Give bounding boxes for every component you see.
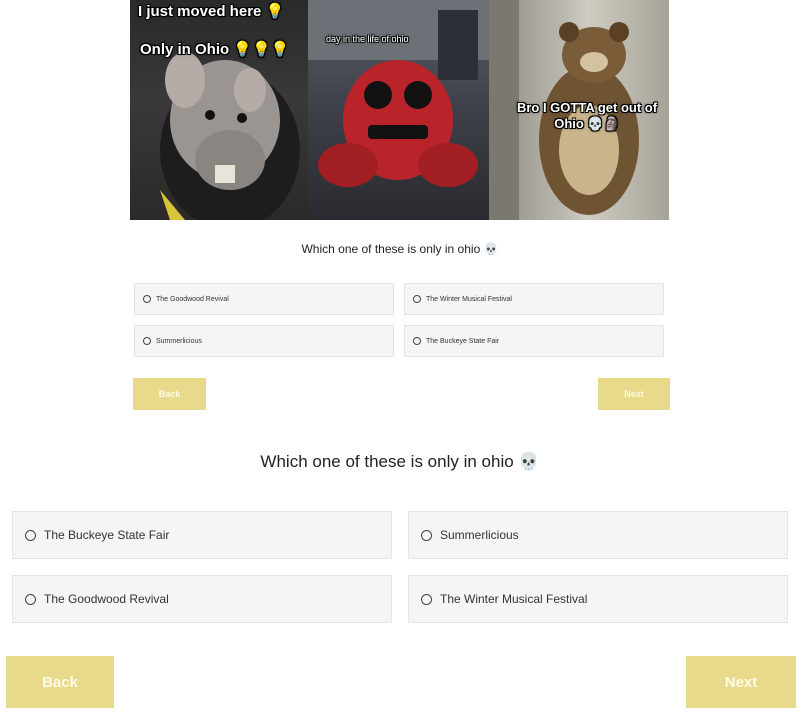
large-option-4[interactable]: The Winter Musical Festival — [408, 575, 788, 623]
rat-illustration — [160, 52, 300, 220]
option-label: The Winter Musical Festival — [440, 592, 588, 606]
large-option-1[interactable]: The Buckeye State Fair — [12, 511, 392, 559]
option-label: The Buckeye State Fair — [44, 528, 170, 542]
small-option-1[interactable]: The Goodwood Revival — [134, 283, 394, 315]
small-option-4[interactable]: The Buckeye State Fair — [404, 325, 664, 357]
meme-panel-red-creature: day in the life of ohio — [308, 0, 489, 220]
radio-icon[interactable] — [143, 295, 151, 303]
small-question-text: Which one of these is only in ohio 💀 — [301, 242, 499, 256]
caption-gotta-get-out: Bro I GOTTA get out of Ohio 💀🗿 — [516, 100, 658, 131]
option-label: The Goodwood Revival — [156, 295, 229, 303]
small-option-2[interactable]: The Winter Musical Festival — [404, 283, 664, 315]
meme-panel-rat: I just moved here 💡 Only in Ohio 💡💡💡 — [130, 0, 308, 220]
caption-moved-here: I just moved here 💡 — [138, 3, 285, 20]
radio-icon[interactable] — [25, 593, 36, 605]
option-label: Summerlicious — [156, 337, 202, 345]
small-option-3[interactable]: Summerlicious — [134, 325, 394, 357]
radio-icon[interactable] — [25, 529, 36, 541]
option-label: The Goodwood Revival — [44, 592, 169, 606]
option-label: Summerlicious — [440, 528, 519, 542]
caption-only-in-ohio: Only in Ohio 💡💡💡 — [140, 41, 290, 58]
small-back-button[interactable]: Back — [133, 378, 206, 410]
radio-icon[interactable] — [421, 593, 432, 605]
large-option-2[interactable]: Summerlicious — [408, 511, 788, 559]
radio-icon[interactable] — [421, 529, 432, 541]
radio-icon[interactable] — [413, 337, 421, 345]
small-next-button[interactable]: Next — [598, 378, 670, 410]
meme-banner-image: I just moved here 💡 Only in Ohio 💡💡💡 day… — [130, 0, 669, 220]
option-label: The Buckeye State Fair — [426, 337, 500, 345]
large-back-button[interactable]: Back — [6, 656, 114, 708]
option-label: The Winter Musical Festival — [426, 295, 512, 303]
radio-icon[interactable] — [413, 295, 421, 303]
red-creature-illustration — [308, 0, 489, 187]
large-question-text: Which one of these is only in ohio 💀 — [260, 452, 540, 471]
meme-panel-bear: Bro I GOTTA get out of Ohio 💀🗿 — [489, 0, 669, 220]
caption-day-in-life: day in the life of ohio — [326, 34, 409, 44]
large-option-3[interactable]: The Goodwood Revival — [12, 575, 392, 623]
radio-icon[interactable] — [143, 337, 151, 345]
large-next-button[interactable]: Next — [686, 656, 796, 708]
